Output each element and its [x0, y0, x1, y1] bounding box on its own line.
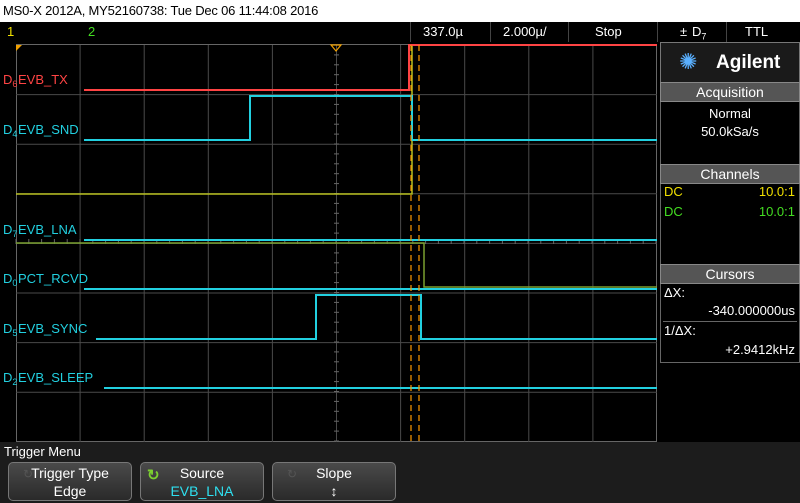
- softkey-value: EVB_LNA: [170, 483, 234, 499]
- markers: [16, 44, 343, 52]
- run-state[interactable]: Stop: [595, 22, 622, 42]
- signal-channel-label: D6: [3, 72, 17, 89]
- signal-name-label: PCT_RCVD: [18, 271, 88, 286]
- signal-name-label: EVB_LNA: [18, 222, 77, 237]
- trigger-slope-icon: ±: [680, 24, 688, 39]
- signal-channel-label: D5: [3, 321, 17, 338]
- brand-logo: ✺ Agilent: [660, 42, 800, 84]
- delta-x-value: -340.000000us: [708, 303, 795, 318]
- trigger-position[interactable]: 337.0µ: [423, 22, 463, 42]
- strip-divider: [568, 22, 569, 42]
- signal-name-label: EVB_SLEEP: [18, 370, 93, 385]
- strip-divider: [410, 22, 411, 42]
- menu-title: Trigger Menu: [4, 444, 81, 459]
- signal-channel-label: D7: [3, 222, 17, 239]
- softkey-label: Slope: [316, 465, 352, 481]
- signal-name-label: EVB_SND: [18, 122, 79, 137]
- cursors-header[interactable]: Cursors: [660, 264, 800, 284]
- digital-traces: [84, 44, 657, 389]
- softkey-label: Source: [179, 465, 225, 481]
- trigger-type-softkey[interactable]: ↻ Trigger Type Edge: [8, 462, 132, 501]
- acquisition-header[interactable]: Acquisition: [660, 82, 800, 102]
- signal-channel-label: D2: [3, 370, 17, 387]
- channel-2-indicator[interactable]: 2: [88, 22, 95, 42]
- logic-level[interactable]: TTL: [745, 22, 768, 42]
- signal-channel-number: 6: [12, 79, 17, 89]
- signal-channel-label: D4: [3, 122, 17, 139]
- digital-trace-evb_sync: [96, 294, 657, 340]
- signal-channel-number: 0: [12, 278, 17, 288]
- signal-channel-number: 4: [12, 129, 17, 139]
- waveform-display[interactable]: D6 EVB_TXD4 EVB_SNDD7 EVB_LNAD0 PCT_RCVDD5 EV…: [0, 42, 660, 442]
- signal-channel-label: D0: [3, 271, 17, 288]
- ch2-probe: 10.0:1: [758, 204, 795, 219]
- signal-name-label: EVB_TX: [18, 72, 68, 87]
- ch2-coupling: DC: [664, 204, 683, 219]
- softkey-label: Trigger Type: [31, 465, 109, 481]
- ch1-probe: 10.0:1: [758, 184, 795, 199]
- channel-1-indicator[interactable]: 1: [7, 22, 14, 42]
- softkey-menu: Trigger Menu ↻ Trigger Type Edge ↻ Sourc…: [0, 442, 800, 503]
- source-softkey[interactable]: ↻ Source EVB_LNA: [140, 462, 264, 501]
- ch1-coupling: DC: [664, 184, 683, 199]
- inverse-delta-x-value: +2.9412kHz: [725, 342, 795, 357]
- strip-divider: [657, 22, 658, 42]
- ch1-trace: [16, 44, 420, 195]
- softkey-value: ↕: [330, 483, 338, 499]
- channels-header[interactable]: Channels: [660, 164, 800, 184]
- signal-channel-number: 2: [12, 377, 17, 387]
- brand-name: Agilent: [716, 52, 781, 73]
- digital-trace-evb_tx: [84, 44, 657, 91]
- signal-name-label: EVB_SYNC: [18, 321, 87, 336]
- time-per-division[interactable]: 2.000µ/: [503, 22, 547, 42]
- strip-divider: [726, 22, 727, 42]
- acquisition-panel: Normal 50.0kSa/s: [660, 102, 800, 165]
- delta-x-label: ΔX:: [664, 285, 685, 300]
- inverse-delta-x-label: 1/ΔX:: [664, 323, 696, 338]
- cursors-panel: ΔX: -340.000000us 1/ΔX: +2.9412kHz: [660, 284, 800, 363]
- strip-divider: [490, 22, 491, 42]
- softkey-value: Edge: [53, 483, 87, 499]
- window-title: MS0-X 2012A, MY52160738: Tue Dec 06 11:4…: [0, 0, 800, 22]
- slope-softkey[interactable]: ↻ Slope ↕: [272, 462, 396, 501]
- signal-channel-number: 5: [12, 328, 17, 338]
- agilent-spark-icon: ✺: [679, 49, 698, 74]
- info-sidebar: ✺ Agilent Acquisition Normal 50.0kSa/s C…: [660, 42, 800, 442]
- signal-channel-number: 7: [12, 229, 17, 239]
- acquisition-mode: Normal: [709, 106, 751, 121]
- channels-panel: DC 10.0:1 DC 10.0:1: [660, 184, 800, 265]
- sample-rate: 50.0kSa/s: [701, 124, 759, 139]
- left-reference-marker: [16, 45, 22, 51]
- status-strip: 1 2 337.0µ 2.000µ/ Stop ± D7 TTL: [0, 22, 800, 42]
- digital-trace-evb_snd: [84, 95, 657, 141]
